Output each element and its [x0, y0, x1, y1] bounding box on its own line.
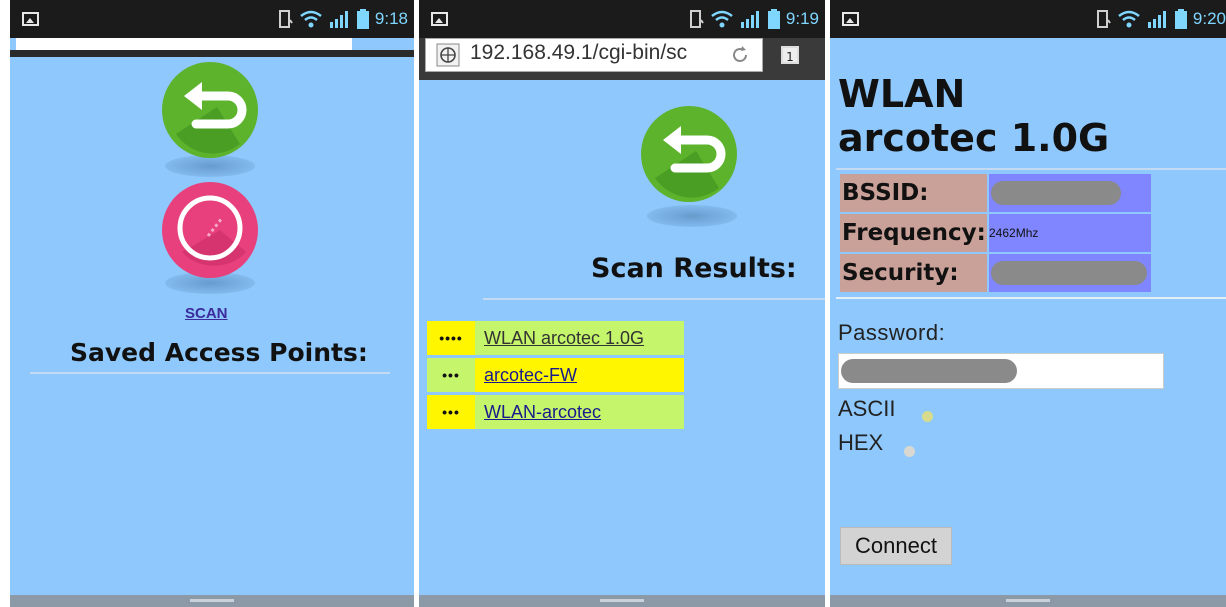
wifi-icon	[1118, 10, 1140, 28]
nav-handle-bar[interactable]	[830, 595, 1226, 607]
status-time: 9:20	[1192, 9, 1226, 28]
button-shadow	[165, 155, 255, 177]
connect-button[interactable]: Connect	[840, 527, 952, 565]
ascii-radio[interactable]	[922, 411, 933, 422]
back-arrow-icon	[655, 126, 726, 198]
redacted-value	[841, 359, 1017, 383]
network-cell: WLAN arcotec 1.0G	[475, 321, 684, 355]
gallery-icon	[22, 12, 39, 26]
divider	[836, 168, 1226, 170]
back-button[interactable]	[641, 106, 737, 202]
refresh-icon[interactable]	[730, 45, 750, 65]
table-row: Frequency: 2462Mhz	[840, 214, 1151, 252]
network-link[interactable]: WLAN-arcotec	[484, 402, 601, 422]
signal-icon	[329, 11, 348, 28]
nav-handle-bar[interactable]	[419, 595, 825, 607]
password-label: Password:	[838, 320, 946, 345]
password-input[interactable]	[838, 353, 1164, 389]
security-label: Security:	[840, 254, 987, 292]
frequency-value: 2462Mhz	[989, 214, 1151, 252]
back-arrow-icon	[176, 82, 247, 154]
signal-icon	[740, 11, 759, 28]
bssid-label: BSSID:	[840, 174, 987, 212]
signal-strength: ••••	[427, 321, 475, 355]
table-row[interactable]: ••• WLAN-arcotec	[427, 395, 684, 429]
network-title-line1: WLAN	[838, 72, 966, 116]
wifi-icon	[711, 10, 733, 28]
network-title-line2: arcotec 1.0G	[838, 116, 1110, 160]
phone-vibrate-icon	[1096, 10, 1111, 28]
phone-vibrate-icon	[278, 10, 293, 28]
url-text: 192.168.49.1/cgi-bin/sc	[470, 41, 688, 64]
page-title: Saved Access Points:	[70, 338, 368, 367]
battery-icon	[356, 9, 369, 29]
security-value	[989, 254, 1151, 292]
scan-button[interactable]	[162, 182, 258, 278]
screen-scan-results: 9:19 192.168.49.1/cgi-bin/sc 1 Scan Resu…	[419, 0, 825, 607]
signal-icon	[1147, 11, 1166, 28]
status-time: 9:18	[374, 9, 408, 28]
scan-link[interactable]: SCAN	[185, 305, 228, 322]
divider	[30, 372, 390, 374]
network-info-table: BSSID: Frequency: 2462Mhz Security:	[838, 172, 1153, 294]
hex-label: HEX	[838, 430, 884, 455]
screen-saved-access-points: 9:18 SCAN Saved Access Points:	[10, 0, 414, 607]
ascii-option[interactable]: ASCII	[838, 396, 895, 422]
redacted-value	[991, 181, 1121, 205]
scan-results-table: •••• WLAN arcotec 1.0G ••• arcotec-FW ••…	[427, 318, 684, 432]
status-time: 9:19	[785, 9, 819, 28]
divider	[836, 297, 1226, 299]
back-button[interactable]	[162, 62, 258, 158]
hex-option[interactable]: HEX	[838, 430, 883, 456]
ascii-label: ASCII	[838, 396, 896, 421]
signal-strength: •••	[427, 395, 475, 429]
screen-network-connect: 9:20 WLAN arcotec 1.0G BSSID: Frequency:…	[830, 0, 1226, 607]
tab-count[interactable]: 1	[781, 46, 799, 64]
network-cell: arcotec-FW	[475, 358, 684, 392]
table-row: BSSID:	[840, 174, 1151, 212]
page-title: Scan Results:	[591, 253, 797, 284]
wifi-icon	[300, 10, 322, 28]
network-cell: WLAN-arcotec	[475, 395, 684, 429]
network-title: WLAN arcotec 1.0G	[838, 72, 1109, 160]
scan-radar-icon	[177, 195, 246, 266]
toolbar-divider	[10, 50, 414, 57]
status-bar: 9:19	[419, 0, 825, 38]
divider	[483, 298, 825, 300]
table-row[interactable]: •••• WLAN arcotec 1.0G	[427, 321, 684, 355]
hex-radio[interactable]	[904, 446, 915, 457]
network-link[interactable]: arcotec-FW	[484, 365, 577, 385]
gallery-icon	[842, 12, 859, 26]
signal-strength: •••	[427, 358, 475, 392]
frequency-label: Frequency:	[840, 214, 987, 252]
network-link[interactable]: WLAN arcotec 1.0G	[484, 328, 644, 348]
status-bar: 9:18	[10, 0, 414, 38]
nav-handle-bar[interactable]	[10, 595, 414, 607]
status-bar: 9:20	[830, 0, 1226, 38]
redacted-value	[991, 261, 1147, 285]
button-shadow	[647, 205, 737, 227]
table-row: Security:	[840, 254, 1151, 292]
battery-icon	[767, 9, 780, 29]
address-bar[interactable]: 192.168.49.1/cgi-bin/sc	[425, 38, 763, 72]
table-row[interactable]: ••• arcotec-FW	[427, 358, 684, 392]
gallery-icon	[431, 12, 448, 26]
battery-icon	[1174, 9, 1187, 29]
globe-icon	[436, 43, 460, 67]
phone-vibrate-icon	[689, 10, 704, 28]
bssid-value	[989, 174, 1151, 212]
